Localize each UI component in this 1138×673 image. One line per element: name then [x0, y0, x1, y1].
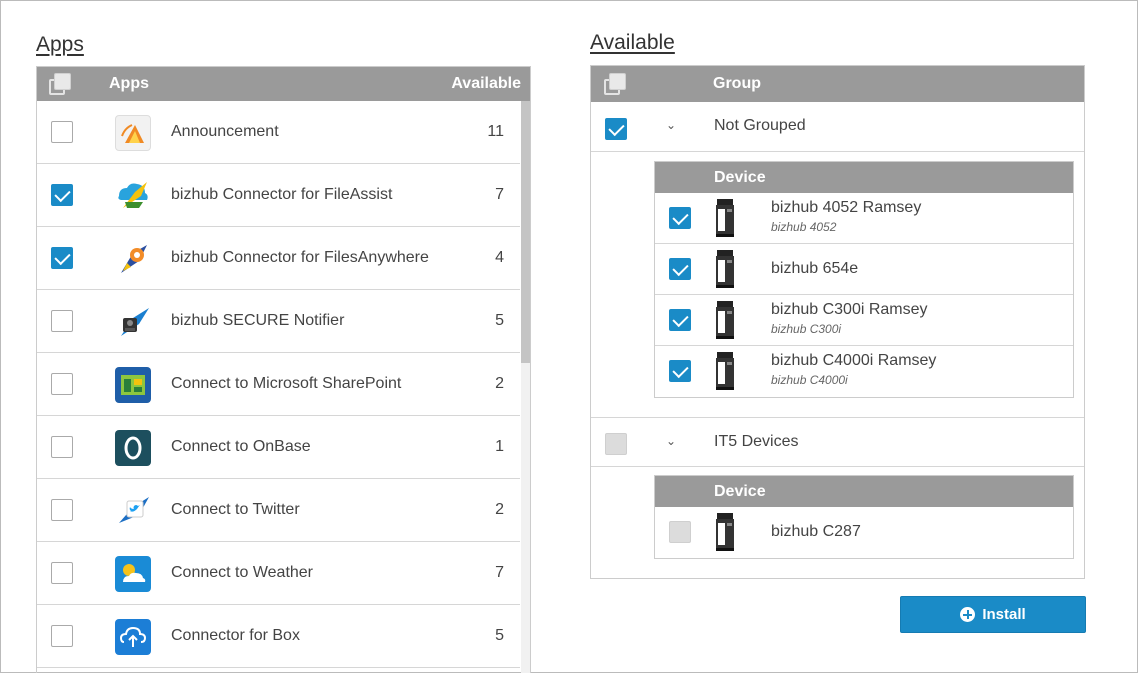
app-row[interactable]: Announcement 11 [37, 101, 520, 164]
device-checkbox[interactable] [669, 309, 691, 331]
chevron-down-icon[interactable]: ⌄ [666, 118, 676, 132]
device-checkbox[interactable] [669, 258, 691, 280]
app-name: Announcement [171, 123, 279, 140]
app-checkbox[interactable] [51, 436, 73, 458]
available-column-header[interactable]: Available [451, 75, 521, 93]
device-model: bizhub C4000i [771, 373, 848, 387]
device-name: bizhub C287 [771, 523, 861, 540]
device-row[interactable]: bizhub C287 [655, 507, 1073, 558]
sharepoint-icon [115, 367, 151, 403]
chevron-down-icon[interactable]: ⌄ [666, 434, 676, 448]
app-row[interactable]: Connect to Twitter 2 [37, 479, 520, 542]
device-row[interactable]: bizhub C300i Ramsey bizhub C300i [655, 295, 1073, 346]
app-row[interactable]: bizhub Connector for FilesAnywhere 4 [37, 227, 520, 290]
group-column-header[interactable]: Group [713, 75, 761, 93]
device-list: Device bizhub 4052 Ramsey bizhub 4052 bi… [654, 161, 1074, 398]
app-name: bizhub SECURE Notifier [171, 312, 345, 329]
fileassist-icon [115, 178, 151, 214]
install-button-label: Install [982, 606, 1026, 623]
app-name: Connect to Weather [171, 564, 314, 581]
apps-section-title: Apps [36, 33, 84, 56]
device-row[interactable]: bizhub C4000i Ramsey bizhub C4000i [655, 346, 1073, 397]
group-row[interactable]: ⌄ IT5 Devices [591, 417, 1084, 467]
app-available-count: 2 [495, 501, 504, 518]
box-icon [115, 619, 151, 655]
app-available-count: 5 [495, 312, 504, 329]
app-row[interactable]: bizhub Connector for FileAssist 7 [37, 164, 520, 227]
device-list: Device bizhub C287 [654, 475, 1074, 559]
app-row[interactable]: Connect to Weather 7 [37, 542, 520, 605]
device-column-header[interactable]: Device [714, 483, 766, 501]
device-model: bizhub 4052 [771, 220, 837, 234]
app-name: Connect to Twitter [171, 501, 300, 518]
app-available-count: 2 [495, 375, 504, 392]
apps-table-header: Apps Available [37, 67, 530, 101]
app-checkbox[interactable] [51, 121, 73, 143]
device-list-header: Device [655, 476, 1073, 507]
device-row[interactable]: bizhub 4052 Ramsey bizhub 4052 [655, 193, 1073, 244]
app-checkbox[interactable] [51, 310, 73, 332]
app-checkbox[interactable] [51, 562, 73, 584]
groups-table-header: Group [591, 66, 1084, 102]
app-name: Connect to OnBase [171, 438, 311, 455]
device-checkbox[interactable] [669, 207, 691, 229]
app-available-count: 5 [495, 627, 504, 644]
filesanywhere-icon [115, 241, 151, 277]
secure-notifier-icon [115, 304, 151, 340]
app-row[interactable]: Connect to OnBase 1 [37, 416, 520, 479]
device-name: bizhub 4052 Ramsey [771, 199, 922, 216]
app-name: bizhub Connector for FilesAnywhere [171, 249, 429, 266]
device-name: bizhub 654e [771, 260, 859, 277]
printer-icon [716, 199, 734, 237]
group-checkbox[interactable] [605, 118, 627, 140]
device-name: bizhub C4000i Ramsey [771, 352, 937, 369]
onbase-icon [115, 430, 151, 466]
app-available-count: 11 [487, 123, 504, 140]
install-button[interactable]: Install [900, 596, 1086, 633]
group-checkbox[interactable] [605, 433, 627, 455]
device-row[interactable]: bizhub 654e [655, 244, 1073, 295]
device-list-header: Device [655, 162, 1073, 193]
app-name: Connect to Microsoft SharePoint [171, 375, 402, 392]
printer-icon [716, 250, 734, 288]
app-row[interactable]: Connector for Box 5 [37, 605, 520, 668]
groups-table: Group ⌄ Not Grouped Device bizhub 4052 R… [590, 65, 1085, 579]
printer-icon [716, 301, 734, 339]
app-available-count: 4 [495, 249, 504, 266]
group-name: Not Grouped [714, 117, 806, 134]
apps-column-header[interactable]: Apps [109, 75, 149, 93]
device-checkbox[interactable] [669, 360, 691, 382]
group-name: IT5 Devices [714, 433, 799, 450]
device-name: bizhub C300i Ramsey [771, 301, 928, 318]
plus-circle-icon [960, 607, 976, 622]
app-name: Connector for Box [171, 627, 300, 644]
weather-icon [115, 556, 151, 592]
app-checkbox[interactable] [51, 625, 73, 647]
select-all-apps-checkbox[interactable] [49, 73, 71, 95]
app-available-count: 1 [495, 438, 504, 455]
twitter-icon [115, 493, 151, 529]
app-name: bizhub Connector for FileAssist [171, 186, 393, 203]
app-checkbox[interactable] [51, 184, 73, 206]
available-section-title: Available [590, 31, 675, 54]
printer-icon [716, 513, 734, 551]
app-available-count: 7 [495, 186, 504, 203]
group-row[interactable]: ⌄ Not Grouped [591, 102, 1084, 152]
app-available-count: 7 [495, 564, 504, 581]
select-all-groups-checkbox[interactable] [604, 73, 626, 95]
announcement-icon [115, 115, 151, 151]
apps-table: Apps Available Announcement 11 bizhub Co… [36, 66, 531, 673]
apps-scrollbar-thumb[interactable] [521, 101, 530, 363]
device-checkbox[interactable] [669, 521, 691, 543]
device-column-header[interactable]: Device [714, 169, 766, 187]
app-checkbox[interactable] [51, 499, 73, 521]
app-row[interactable]: bizhub SECURE Notifier 5 [37, 290, 520, 353]
device-model: bizhub C300i [771, 322, 842, 336]
app-row[interactable]: Connect to Microsoft SharePoint 2 [37, 353, 520, 416]
app-checkbox[interactable] [51, 247, 73, 269]
app-checkbox[interactable] [51, 373, 73, 395]
printer-icon [716, 352, 734, 390]
